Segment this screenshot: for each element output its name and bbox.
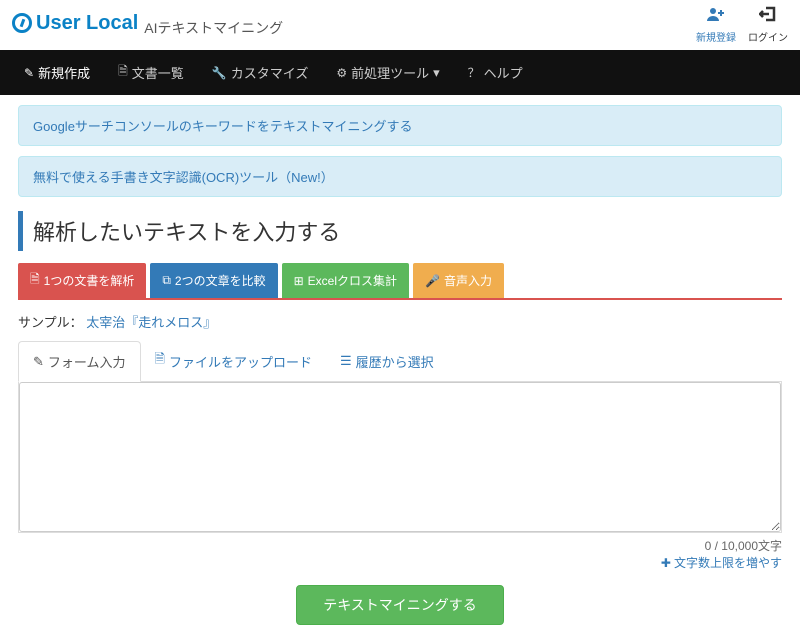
textarea-wrap: [18, 382, 782, 533]
file-icon: 🗎: [155, 350, 165, 372]
input-tabs: ✎フォーム入力 🗎ファイルをアップロード ☰履歴から選択: [18, 341, 782, 382]
plus-icon: ✚: [661, 556, 671, 570]
logo-subtitle: AIテキストマイニング: [144, 18, 283, 38]
mic-icon: 🎤: [425, 274, 440, 288]
login-icon: [759, 6, 777, 27]
nav-preprocess[interactable]: ⚙前処理ツール ▾: [322, 50, 453, 95]
alert-ocr[interactable]: 無料で使える手書き文字認識(OCR)ツール（New!）: [18, 156, 782, 197]
chevron-down-icon: ▾: [433, 65, 440, 81]
wrench-icon: 🔧: [212, 66, 227, 80]
list-icon: ☰: [340, 353, 352, 369]
pencil-icon: ✎: [24, 66, 34, 80]
input-tab-history[interactable]: ☰履歴から選択: [326, 341, 448, 381]
tab-voice[interactable]: 🎤音声入力: [413, 263, 504, 298]
tab-excel[interactable]: ⊞Excelクロス集計: [282, 263, 409, 298]
input-tab-upload[interactable]: 🗎ファイルをアップロード: [141, 341, 326, 381]
user-plus-icon: [706, 6, 726, 27]
input-tab-form[interactable]: ✎フォーム入力: [18, 341, 141, 382]
question-icon: ？: [468, 64, 480, 81]
file-icon: 🗎: [30, 270, 40, 291]
signup-link[interactable]: 新規登録: [696, 6, 736, 44]
main-container: Googleサーチコンソールのキーワードをテキストマイニングする 無料で使える手…: [0, 95, 800, 635]
logo-icon: [12, 13, 32, 33]
logo-area: User Local AIテキストマイニング: [12, 12, 283, 39]
table-icon: ⊞: [294, 274, 304, 288]
header-right: 新規登録 ログイン: [696, 6, 788, 44]
sample-label: サンプル：: [18, 315, 86, 330]
logo[interactable]: User Local: [12, 12, 138, 35]
page-title: 解析したいテキストを入力する: [18, 211, 782, 251]
increase-limit-link[interactable]: ✚ 文字数上限を増やす: [661, 554, 782, 571]
text-input[interactable]: [19, 382, 781, 532]
edit-icon: ✎: [33, 354, 44, 370]
alert-search-console[interactable]: Googleサーチコンソールのキーワードをテキストマイニングする: [18, 105, 782, 146]
document-icon: 🗎: [118, 62, 128, 83]
nav-new[interactable]: ✎新規作成: [10, 50, 104, 95]
action-tabs: 🗎1つの文書を解析 ⧉2つの文章を比較 ⊞Excelクロス集計 🎤音声入力: [18, 263, 782, 300]
login-label: ログイン: [748, 29, 788, 44]
copy-icon: ⧉: [162, 273, 171, 288]
login-link[interactable]: ログイン: [748, 6, 788, 44]
tab-compare[interactable]: ⧉2つの文章を比較: [150, 263, 277, 298]
sample-link[interactable]: 太宰治『走れメロス』: [86, 315, 216, 330]
char-counter: 0 / 10,000文字: [18, 537, 782, 554]
signup-label: 新規登録: [696, 29, 736, 44]
gear-icon: ⚙: [336, 66, 347, 80]
nav-help[interactable]: ？ヘルプ: [454, 50, 537, 95]
logo-text: User Local: [36, 12, 138, 35]
submit-area: テキストマイニングする: [18, 585, 782, 625]
tab-one-doc[interactable]: 🗎1つの文書を解析: [18, 263, 146, 298]
sample-line: サンプル： 太宰治『走れメロス』: [18, 312, 782, 331]
header: User Local AIテキストマイニング 新規登録 ログイン: [0, 0, 800, 50]
submit-button[interactable]: テキストマイニングする: [296, 585, 504, 625]
navbar: ✎新規作成 🗎文書一覧 🔧カスタマイズ ⚙前処理ツール ▾ ？ヘルプ: [0, 50, 800, 95]
nav-customize[interactable]: 🔧カスタマイズ: [198, 50, 323, 95]
nav-list[interactable]: 🗎文書一覧: [104, 50, 198, 95]
